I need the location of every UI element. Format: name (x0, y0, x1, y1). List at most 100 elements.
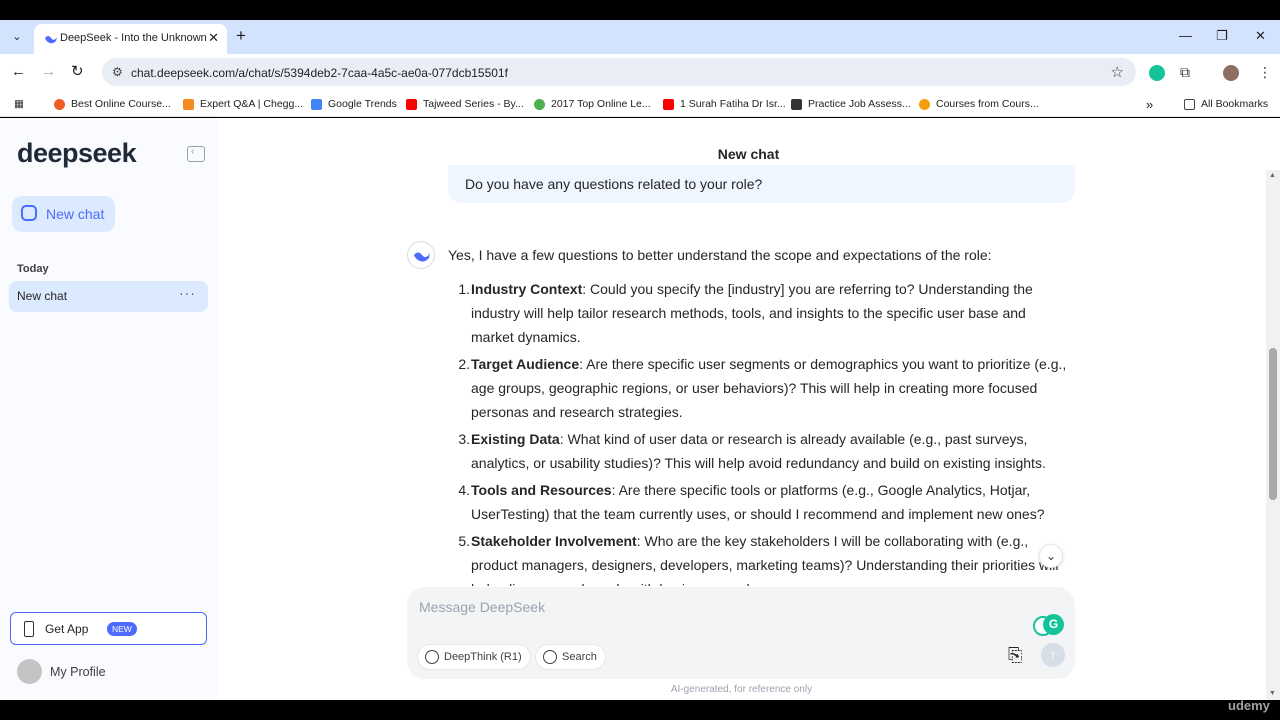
grammarly-extension-icon[interactable] (1149, 65, 1165, 81)
chat-item-label: New chat (17, 289, 68, 303)
assistant-intro: Yes, I have a few questions to better un… (448, 247, 992, 263)
scroll-to-bottom-chevron-icon[interactable]: ⌄ (1039, 544, 1063, 568)
screen-top-border (0, 0, 1280, 20)
whale-icon (414, 252, 430, 262)
all-bookmarks[interactable]: All Bookmarks (1184, 96, 1268, 112)
chat-title: New chat (717, 146, 780, 162)
list-number: 1. (458, 281, 470, 297)
list-item-heading: Industry Context (471, 281, 583, 297)
bookmark-label: Courses from Cours... (936, 98, 1039, 110)
phone-icon (24, 621, 34, 637)
apps-grid-icon[interactable]: ▦ (14, 96, 24, 112)
bookmark-5[interactable]: 2017 Top Online Le... (534, 96, 651, 112)
list-item-text: Industry Context: Could you specify the … (471, 277, 1071, 349)
list-item-text: Tools and Resources: Are there specific … (471, 478, 1071, 526)
restore-window-icon[interactable]: ❐ (1216, 28, 1228, 44)
user-message: Do you have any questions related to you… (448, 165, 1075, 203)
list-number: 2. (458, 356, 470, 372)
list-item-heading: Existing Data (471, 431, 560, 447)
bookmark-label: Tajweed Series - By... (423, 98, 524, 110)
list-item-text: Target Audience: Are there specific user… (471, 352, 1071, 424)
browser-tab-strip: ⌄ DeepSeek - Into the Unknown ✕ + — ❐ ✕ (0, 20, 1280, 54)
search-label: Search (562, 651, 597, 663)
list-number: 3. (458, 431, 470, 447)
list-number: 4. (458, 482, 470, 498)
assistant-answer-list: 1. Industry Context: Could you specify t… (452, 277, 1092, 586)
bookmark-star-icon[interactable]: ☆ (1111, 63, 1124, 81)
bookmark-label: 2017 Top Online Le... (551, 98, 651, 110)
more-options-icon[interactable]: ··· (179, 285, 196, 301)
bookmarks-bar: ▦ Best Online Course... Expert Q&A | Che… (0, 90, 1280, 117)
bookmark-label: Google Trends (328, 98, 397, 110)
chat-history-item[interactable]: New chat ··· (9, 281, 208, 312)
deepthink-atom-icon (425, 650, 439, 664)
bookmark-3[interactable]: Google Trends (311, 96, 397, 112)
browser-tab-active[interactable]: DeepSeek - Into the Unknown ✕ (34, 24, 227, 54)
bookmark-favicon-icon (54, 98, 65, 110)
bookmark-1[interactable]: Best Online Course... (54, 96, 171, 112)
chrome-menu-icon[interactable]: ⋮ (1258, 63, 1272, 81)
bookmark-favicon-icon (406, 98, 417, 110)
message-composer: DeepThink (R1) Search (407, 587, 1075, 679)
bookmark-label: Practice Job Assess... (808, 98, 911, 110)
ai-disclaimer: AI-generated, for reference only (670, 684, 813, 695)
get-app-label: Get App (45, 622, 89, 636)
bookmark-8[interactable]: Courses from Cours... (919, 96, 1039, 112)
url-text[interactable]: chat.deepseek.com/a/chat/s/5394deb2-7caa… (131, 66, 508, 80)
bookmark-label: 1 Surah Fatiha Dr Isr... (680, 98, 786, 110)
collapse-sidebar-icon[interactable]: ‹ (187, 146, 205, 162)
deepseek-favicon-icon (45, 36, 57, 44)
back-arrow-icon[interactable]: ← (11, 63, 26, 81)
bookmark-favicon-icon (663, 98, 674, 110)
new-chat-label: New chat (46, 206, 105, 222)
get-app-button[interactable]: Get App NEW (10, 612, 207, 645)
bookmark-6[interactable]: 1 Surah Fatiha Dr Isr... (663, 96, 786, 112)
bookmark-2[interactable]: Expert Q&A | Chegg... (183, 96, 303, 112)
list-item-heading: Target Audience (471, 356, 580, 372)
close-window-icon[interactable]: ✕ (1255, 28, 1266, 44)
list-item-text: Stakeholder Involvement: Who are the key… (471, 529, 1071, 586)
new-tab-plus-icon[interactable]: + (236, 27, 246, 45)
new-chat-button[interactable]: New chat (12, 196, 115, 232)
message-input[interactable] (419, 595, 999, 619)
section-header-today: Today (17, 263, 49, 275)
forward-arrow-icon[interactable]: → (41, 63, 56, 81)
search-toggle-button[interactable]: Search (535, 644, 606, 670)
list-item-heading: Stakeholder Involvement (471, 533, 637, 549)
scrollbar[interactable]: ▲ ▼ (1266, 170, 1280, 700)
extensions-puzzle-icon[interactable]: ⧉ (1180, 63, 1190, 81)
deepseek-logo[interactable]: deepseek (17, 138, 137, 169)
deepseek-avatar-icon (407, 241, 435, 269)
deepthink-label: DeepThink (R1) (444, 651, 522, 663)
attach-paperclip-icon[interactable]: ⎘ (1008, 645, 1022, 666)
bookmark-4[interactable]: Tajweed Series - By... (406, 96, 524, 112)
minimize-icon[interactable]: — (1179, 28, 1192, 43)
all-bookmarks-label: All Bookmarks (1201, 98, 1269, 110)
list-number: 5. (458, 533, 470, 549)
send-arrow-button[interactable]: ↑ (1041, 643, 1065, 667)
deepthink-toggle-button[interactable]: DeepThink (R1) (417, 644, 531, 670)
chat-main: New chat Do you have any questions relat… (217, 118, 1280, 700)
bookmark-favicon-icon (919, 98, 930, 110)
avatar (17, 659, 42, 684)
reload-icon[interactable]: ↻ (71, 63, 84, 81)
profile-avatar-icon[interactable] (1223, 65, 1239, 81)
site-settings-icon[interactable]: ⚙ (112, 65, 123, 79)
user-message-text: Do you have any questions related to you… (465, 176, 763, 192)
tab-search-chevron-icon[interactable]: ⌄ (6, 27, 28, 47)
list-item-text: Existing Data: What kind of user data or… (471, 427, 1071, 475)
grammarly-g-icon[interactable]: G (1043, 614, 1064, 635)
address-bar[interactable]: ⚙ chat.deepseek.com/a/chat/s/5394deb2-7c… (102, 58, 1136, 86)
bookmark-favicon-icon (791, 98, 802, 110)
profile-label: My Profile (50, 665, 106, 679)
tab-title: DeepSeek - Into the Unknown (60, 32, 207, 44)
bookmark-7[interactable]: Practice Job Assess... (791, 96, 911, 112)
tab-close-icon[interactable]: ✕ (208, 30, 219, 46)
scroll-down-arrow-icon[interactable]: ▼ (1269, 690, 1276, 697)
bookmark-favicon-icon (183, 98, 194, 110)
more-bookmarks-chevron-icon[interactable]: » (1146, 96, 1153, 112)
scrollbar-thumb[interactable] (1269, 348, 1277, 500)
new-chat-icon (21, 205, 37, 221)
browser-toolbar: ← → ↻ ⚙ chat.deepseek.com/a/chat/s/5394d… (0, 54, 1280, 90)
scroll-up-arrow-icon[interactable]: ▲ (1269, 172, 1276, 179)
